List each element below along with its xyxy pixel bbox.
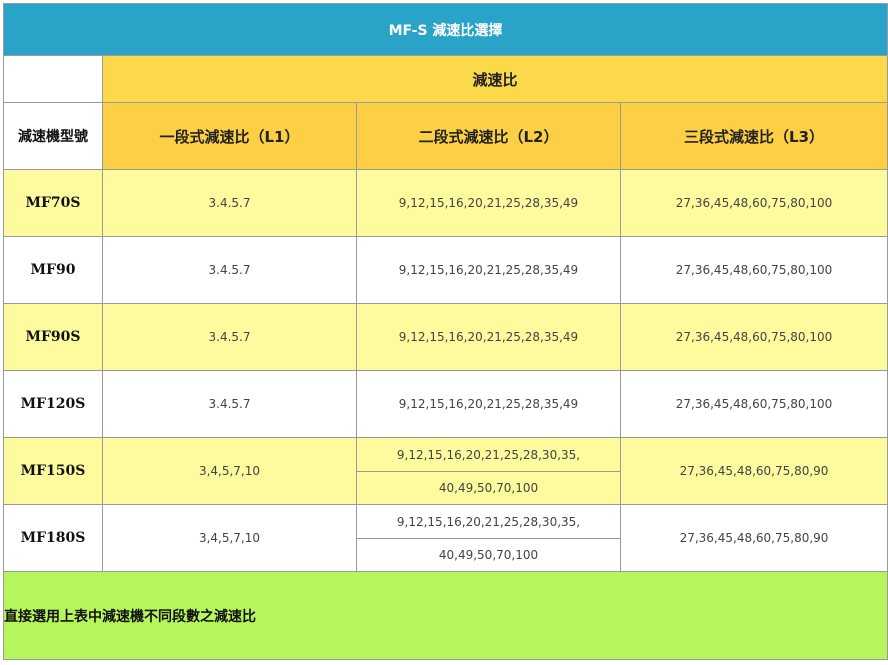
model-cell: MF90S	[3, 303, 103, 371]
l1-cell: 3,4,5,7,10	[102, 504, 357, 572]
reduction-ratio-table: MF-S 減速比選擇 減速比 減速機型號 一段式減速比（L1） 二段式減速比（L…	[2, 3, 888, 660]
model-column-header: 減速機型號	[3, 102, 103, 170]
blank-corner-cell	[3, 55, 103, 103]
stage3-column-header: 三段式減速比（L3）	[619, 102, 888, 170]
l1-cell: 3.4.5.7	[102, 169, 357, 237]
table-row: MF90S 3.4.5.7 9,12,15,16,20,21,25,28,35,…	[3, 303, 888, 371]
l1-cell: 3.4.5.7	[102, 303, 357, 371]
table-row: MF150S 3,4,5,7,10 9,12,15,16,20,21,25,28…	[3, 437, 888, 505]
footer-note: 直接選用上表中減速機不同段數之減速比	[2, 571, 888, 660]
l3-cell: 27,36,45,48,60,75,80,90	[619, 437, 888, 505]
model-cell: MF180S	[3, 504, 103, 572]
ratio-group-header: 減速比	[101, 55, 888, 103]
l2-cell-line2: 40,49,50,70,100	[356, 471, 621, 505]
l3-cell: 27,36,45,48,60,75,80,100	[619, 303, 888, 371]
l1-cell: 3,4,5,7,10	[102, 437, 357, 505]
l2-cell: 9,12,15,16,20,21,25,28,35,49	[356, 303, 621, 371]
model-cell: MF120S	[3, 370, 103, 438]
table-row: MF180S 3,4,5,7,10 9,12,15,16,20,21,25,28…	[3, 504, 888, 572]
l1-cell: 3.4.5.7	[102, 370, 357, 438]
l2-cell-line1: 9,12,15,16,20,21,25,28,30,35,	[356, 504, 621, 539]
l3-cell: 27,36,45,48,60,75,80,100	[619, 169, 888, 237]
l2-cell-line2: 40,49,50,70,100	[356, 538, 621, 572]
table-row: MF90 3.4.5.7 9,12,15,16,20,21,25,28,35,4…	[3, 236, 888, 304]
stage2-column-header: 二段式減速比（L2）	[356, 102, 621, 170]
l2-cell: 9,12,15,16,20,21,25,28,35,49	[356, 169, 621, 237]
l2-cell: 9,12,15,16,20,21,25,28,35,49	[356, 236, 621, 304]
l2-cell: 9,12,15,16,20,21,25,28,35,49	[356, 370, 621, 438]
stage1-column-header: 一段式減速比（L1）	[102, 102, 357, 170]
l2-cell-line1: 9,12,15,16,20,21,25,28,30,35,	[356, 437, 621, 472]
l3-cell: 27,36,45,48,60,75,80,100	[619, 236, 888, 304]
table-row: MF70S 3.4.5.7 9,12,15,16,20,21,25,28,35,…	[3, 169, 888, 237]
ratio-table-container: MF-S 減速比選擇 減速比 減速機型號 一段式減速比（L1） 二段式減速比（L…	[2, 3, 888, 663]
model-cell: MF150S	[3, 437, 103, 505]
model-cell: MF70S	[3, 169, 103, 237]
l1-cell: 3.4.5.7	[102, 236, 357, 304]
table-title: MF-S 減速比選擇	[2, 3, 888, 56]
table-row: MF120S 3.4.5.7 9,12,15,16,20,21,25,28,35…	[3, 370, 888, 438]
l3-cell: 27,36,45,48,60,75,80,100	[619, 370, 888, 438]
model-cell: MF90	[3, 236, 103, 304]
l3-cell: 27,36,45,48,60,75,80,90	[619, 504, 888, 572]
